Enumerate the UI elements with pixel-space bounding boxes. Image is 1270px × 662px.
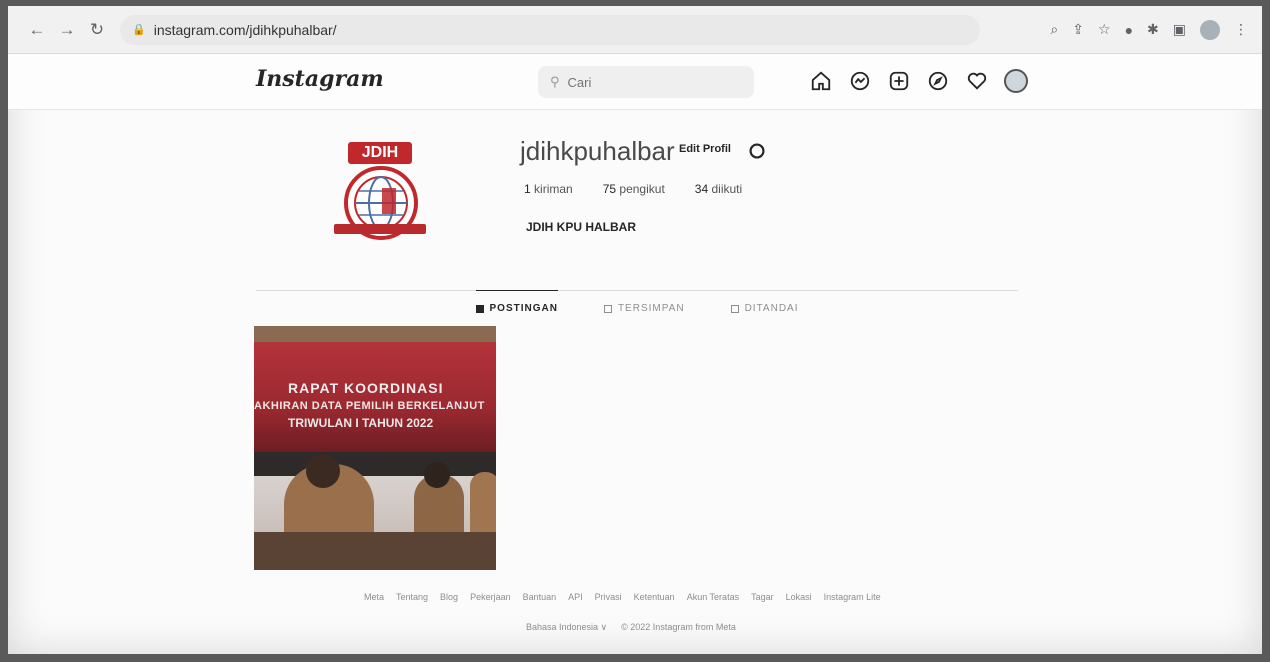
- instagram-logo[interactable]: Instagram: [256, 66, 384, 92]
- language-selector[interactable]: Bahasa Indonesia ∨: [526, 622, 607, 633]
- profile-header: JDIH jdihkpuhalbar Edit Profil 1 kiriman…: [8, 110, 1262, 290]
- jdih-logo-text: JDIH: [348, 142, 412, 164]
- footer-link[interactable]: Tagar: [751, 592, 774, 602]
- new-post-icon[interactable]: [886, 68, 912, 94]
- profile-avatar-icon[interactable]: [1003, 68, 1029, 94]
- search-icon: ⚲: [550, 74, 560, 89]
- profile-tabs: POSTINGAN TERSIMPAN DITANDAI: [256, 290, 1018, 314]
- puzzle-icon[interactable]: ✱: [1147, 21, 1159, 38]
- zoom-icon[interactable]: ⌕: [1050, 21, 1058, 38]
- logo-ribbon: [334, 224, 426, 234]
- footer-link[interactable]: Akun Teratas: [687, 592, 739, 602]
- share-icon[interactable]: ⇪: [1072, 21, 1084, 38]
- stat-following[interactable]: 34 diikuti: [695, 182, 742, 196]
- lock-icon: 🔒: [132, 24, 146, 36]
- messenger-icon[interactable]: [847, 68, 873, 94]
- footer-link[interactable]: Ketentuan: [634, 592, 675, 602]
- heart-icon[interactable]: [964, 68, 990, 94]
- search-input[interactable]: [567, 74, 728, 90]
- post-banner-title: RAPAT KOORDINASI: [288, 380, 444, 396]
- post-person-head: [306, 454, 340, 488]
- post-banner-subtitle-2: TRIWULAN I TAHUN 2022: [288, 416, 434, 430]
- tag-icon: [730, 304, 739, 313]
- stat-posts[interactable]: 1 kiriman: [524, 182, 573, 196]
- post-person-head: [424, 462, 450, 488]
- address-bar[interactable]: 🔒 instagram.com/jdihkpuhalbar/: [120, 14, 980, 45]
- reload-icon[interactable]: ↻: [82, 20, 112, 40]
- extension-icon[interactable]: ●: [1125, 22, 1133, 38]
- stat-followers[interactable]: 75 pengikut: [603, 182, 665, 196]
- grid-icon: [475, 304, 484, 313]
- screen: ← → ↻ 🔒 instagram.com/jdihkpuhalbar/ ⌕ ⇪…: [8, 6, 1262, 654]
- search-box[interactable]: ⚲: [538, 66, 754, 98]
- footer-link[interactable]: Lokasi: [786, 592, 812, 602]
- profile-picture[interactable]: JDIH: [334, 138, 426, 242]
- footer-link[interactable]: Instagram Lite: [824, 592, 881, 602]
- tab-posts[interactable]: POSTINGAN: [475, 290, 559, 314]
- footer-link[interactable]: Pekerjaan: [470, 592, 511, 602]
- profile-username: jdihkpuhalbar: [520, 136, 675, 166]
- footer-links: Meta Tentang Blog Pekerjaan Bantuan API …: [364, 592, 881, 602]
- explore-icon[interactable]: [925, 68, 951, 94]
- profile-full-name: JDIH KPU HALBAR: [526, 220, 637, 234]
- post-banner-subtitle: AKHIRAN DATA PEMILIH BERKELANJUT: [254, 400, 485, 412]
- bookmark-icon: [603, 304, 612, 313]
- edit-profile-button[interactable]: Edit Profil: [672, 138, 738, 160]
- nav-icons: [808, 68, 1029, 94]
- url-text: instagram.com/jdihkpuhalbar/: [153, 21, 337, 38]
- footer-link[interactable]: API: [568, 592, 583, 602]
- sidepanel-icon[interactable]: ▣: [1173, 21, 1186, 38]
- footer-link[interactable]: Meta: [364, 592, 384, 602]
- tab-tagged[interactable]: DITANDAI: [730, 303, 799, 314]
- tab-saved[interactable]: TERSIMPAN: [603, 303, 685, 314]
- instagram-header: Instagram ⚲: [8, 54, 1262, 110]
- browser-tools: ⌕ ⇪ ☆ ● ✱ ▣ ⋮: [1050, 19, 1248, 40]
- forward-icon[interactable]: →: [52, 20, 82, 40]
- footer-link[interactable]: Bantuan: [523, 592, 557, 602]
- post-table: [254, 532, 496, 570]
- footer-bottom: Bahasa Indonesia ∨ © 2022 Instagram from…: [526, 622, 736, 633]
- browser-profile-avatar[interactable]: [1200, 19, 1220, 40]
- browser-menu-icon[interactable]: ⋮: [1234, 21, 1248, 38]
- bookmark-star-icon[interactable]: ☆: [1098, 21, 1111, 38]
- browser-toolbar: ← → ↻ 🔒 instagram.com/jdihkpuhalbar/ ⌕ ⇪…: [8, 6, 1262, 54]
- home-icon[interactable]: [808, 68, 834, 94]
- post-banner: [254, 342, 496, 452]
- footer-link[interactable]: Privasi: [595, 592, 622, 602]
- back-icon[interactable]: ←: [22, 20, 52, 40]
- footer-link[interactable]: Blog: [440, 592, 458, 602]
- copyright-text: © 2022 Instagram from Meta: [621, 622, 736, 632]
- settings-gear-icon[interactable]: [746, 140, 768, 162]
- profile-stats: 1 kiriman 75 pengikut 34 diikuti: [524, 182, 742, 196]
- footer-link[interactable]: Tentang: [396, 592, 428, 602]
- post-thumbnail[interactable]: RAPAT KOORDINASI AKHIRAN DATA PEMILIH BE…: [254, 326, 496, 570]
